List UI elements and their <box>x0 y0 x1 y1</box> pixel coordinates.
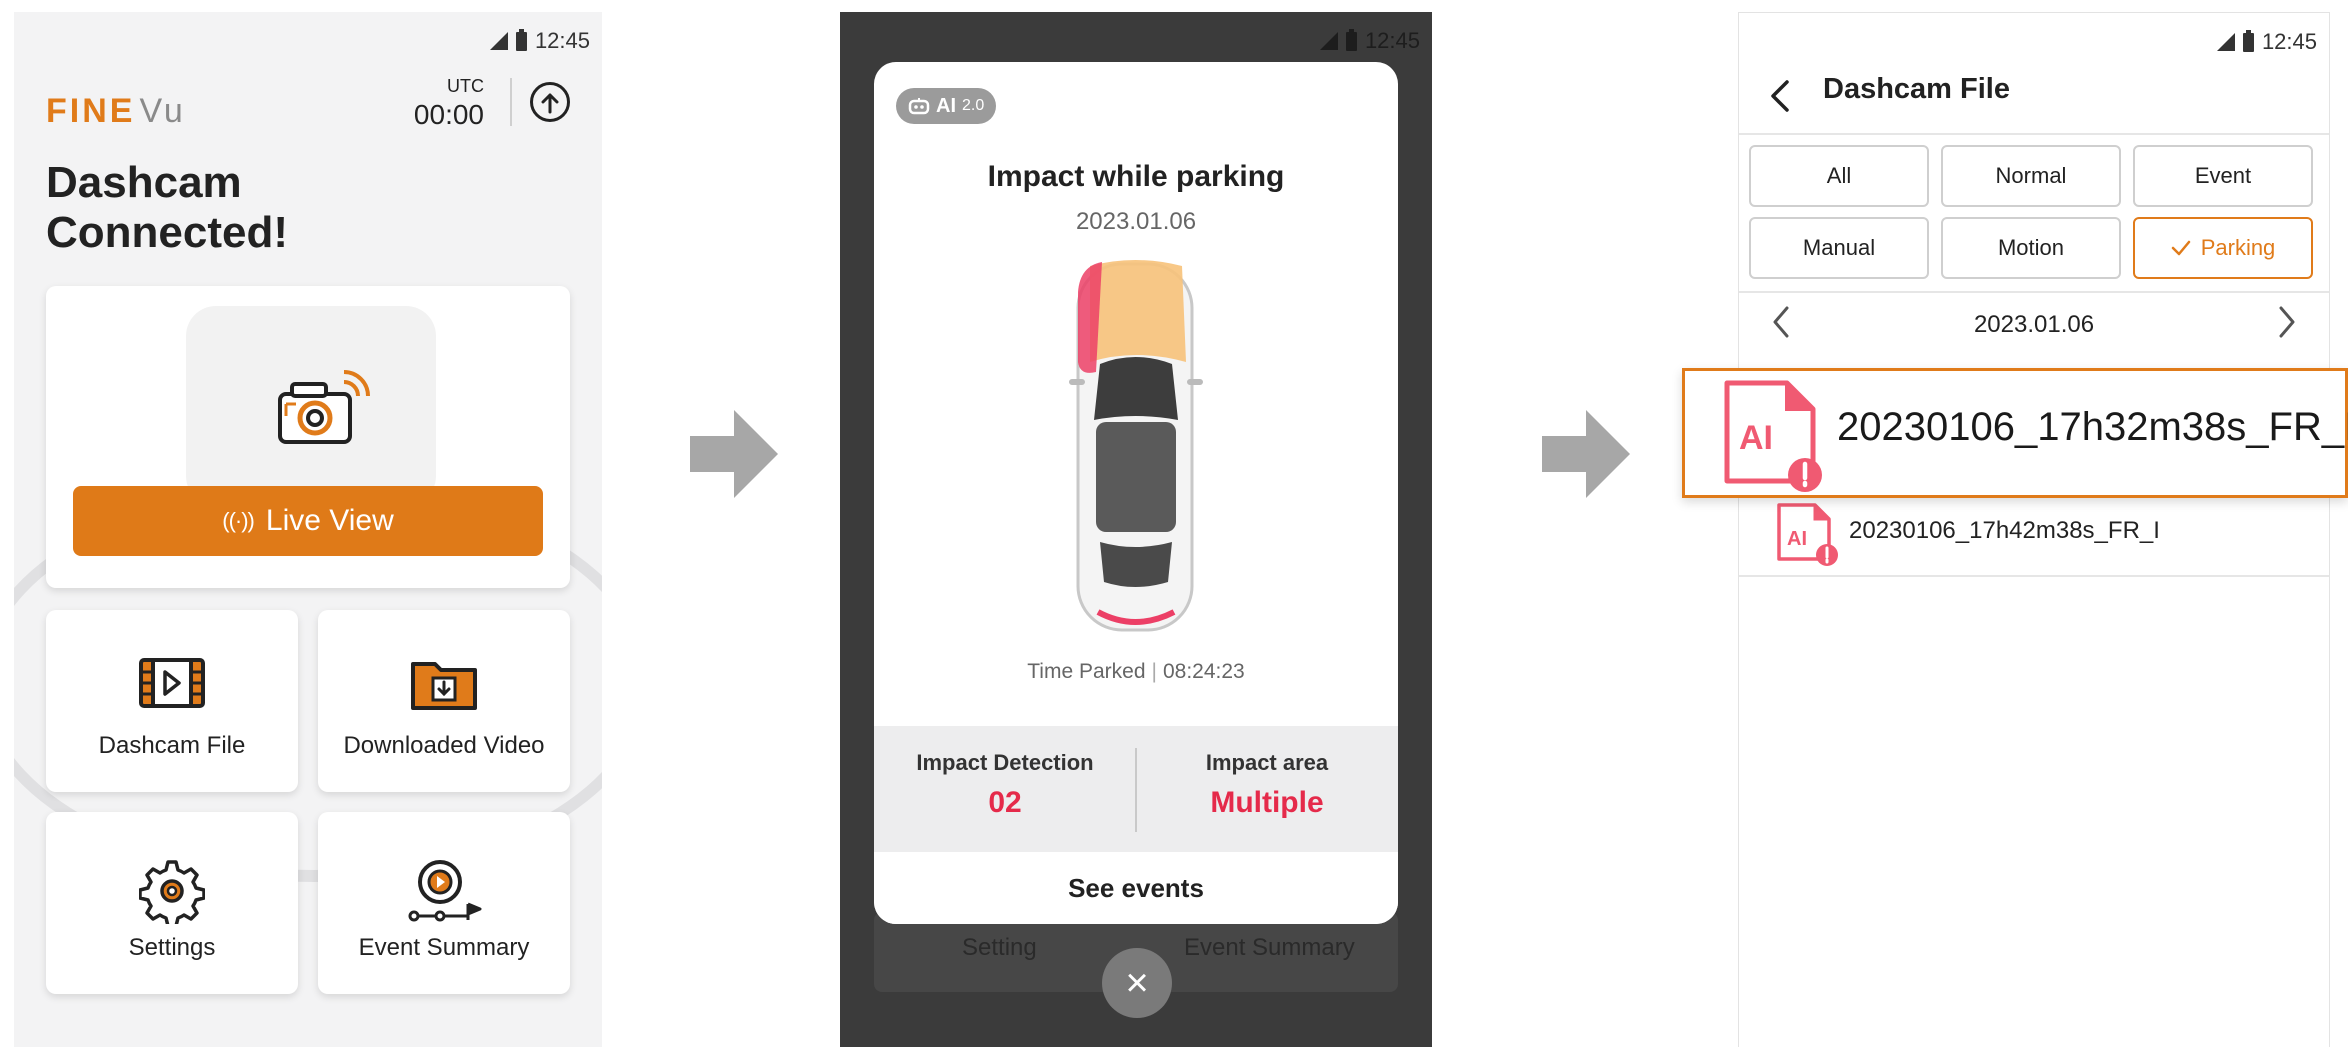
status-time: 12:45 <box>2261 29 2317 54</box>
settings-tile[interactable]: Settings <box>46 812 298 994</box>
see-events-button[interactable]: See events <box>874 852 1398 924</box>
file-name: 20230106_17h42m38s_FR_I <box>1849 517 2160 544</box>
time-parked-label: Time Parked <box>1027 660 1146 683</box>
check-icon <box>2171 240 2190 256</box>
close-button[interactable]: × <box>1102 948 1172 1018</box>
broadcast-icon: ((·)) <box>222 508 255 533</box>
connection-headline: Dashcam Connected! <box>46 158 288 258</box>
filter-parking-label: Parking <box>2200 235 2276 260</box>
filter-normal[interactable]: Normal <box>1941 145 2121 207</box>
headline-line1: Dashcam <box>46 158 242 207</box>
status-time: 12:45 <box>534 28 590 53</box>
status-bar: 12:45 <box>489 28 590 54</box>
signal-icon <box>489 32 508 50</box>
filter-motion[interactable]: Motion <box>1941 217 2121 279</box>
divider <box>1739 133 2329 135</box>
impact-stats: Impact Detection 02 Impact area Multiple <box>874 726 1398 852</box>
signal-icon <box>1319 32 1338 50</box>
utc-label: UTC <box>447 76 484 96</box>
utc-time: 00:00 <box>413 99 484 130</box>
file-name: 20230106_17h32m38s_FR_I <box>1837 405 2348 449</box>
camera-wifi-icon <box>278 370 370 444</box>
logo-suffix: Vu <box>139 92 186 130</box>
impact-detection-label: Impact Detection <box>916 750 1094 775</box>
underlay-setting-label: Setting <box>962 934 1037 961</box>
underlay-event-summary-label: Event Summary <box>1184 934 1355 961</box>
dashcam-file-screen: 12:45 Dashcam File All Normal Event Manu… <box>1738 12 2330 1047</box>
live-view-label: Live View <box>265 504 394 537</box>
signal-icon <box>2216 33 2235 51</box>
event-summary-tile[interactable]: Event Summary <box>318 812 570 994</box>
impact-date: 2023.01.06 <box>1075 208 1197 235</box>
utc-clock: UTC 00:00 <box>414 76 484 131</box>
date-navigator: 2023.01.06 <box>1739 295 2329 355</box>
flow-arrow-icon <box>690 410 778 498</box>
downloaded-video-label: Downloaded Video <box>343 732 545 759</box>
impact-area-value: Multiple <box>1210 786 1324 819</box>
car-top-view-icon <box>1069 260 1203 632</box>
finevu-logo: FINE Vu <box>46 92 186 131</box>
close-icon: × <box>1125 961 1149 1005</box>
time-parked: Time Parked | 08:24:23 <box>874 660 1398 684</box>
battery-icon <box>2242 29 2254 52</box>
file-list-item[interactable]: AI 20230106_17h42m38s_FR_I <box>1739 491 2329 569</box>
event-summary-icon <box>408 860 482 922</box>
dashcam-file-tile[interactable]: Dashcam File <box>46 610 298 792</box>
logo-brand: FINE <box>46 92 136 130</box>
headline-line2: Connected! <box>46 208 288 257</box>
back-button[interactable] <box>1769 79 1791 113</box>
battery-icon <box>1345 28 1357 51</box>
gear-icon <box>139 860 205 924</box>
status-bar: 12:45 <box>1319 28 1420 54</box>
chevron-left-icon <box>1771 80 1789 112</box>
ai-file-icon-text: AI <box>1787 528 1807 550</box>
impact-detection-value: 02 <box>988 786 1022 819</box>
ai-badge-version: 2.0 <box>962 97 985 114</box>
current-date: 2023.01.06 <box>1973 311 2095 338</box>
ai-badge-text: AI <box>936 94 956 117</box>
event-summary-label: Event Summary <box>358 934 530 961</box>
filter-event[interactable]: Event <box>2133 145 2313 207</box>
status-time: 12:45 <box>1364 28 1420 53</box>
impact-title: Impact while parking <box>987 160 1285 193</box>
impact-detection-stat: Impact Detection 02 <box>874 726 1136 852</box>
status-bar: 12:45 <box>2216 29 2317 55</box>
time-parked-value: 08:24:23 <box>1162 660 1245 683</box>
downloaded-video-tile[interactable]: Downloaded Video <box>318 610 570 792</box>
settings-label: Settings <box>128 934 216 961</box>
ai-file-alert-icon: AI <box>1724 380 1822 492</box>
battery-icon <box>515 28 527 51</box>
ai-badge: AI 2.0 <box>896 88 997 124</box>
download-folder-icon <box>411 662 477 710</box>
header-divider <box>510 78 512 126</box>
dashcam-file-label: Dashcam File <box>98 732 246 759</box>
arrow-up-icon <box>541 93 559 114</box>
ai-file-icon-text: AI <box>1739 419 1773 457</box>
impact-popup-screen: 12:45 Setting Event Summary AI 2.0 Impac… <box>840 12 1432 1047</box>
filter-manual[interactable]: Manual <box>1749 217 1929 279</box>
live-view-card: ((·)) Live View <box>46 286 570 588</box>
impact-area-stat: Impact area Multiple <box>1136 726 1398 852</box>
flow-arrow-icon <box>1542 410 1630 498</box>
filter-all[interactable]: All <box>1749 145 1929 207</box>
page-title: Dashcam File <box>1823 73 2010 105</box>
divider <box>1739 575 2329 577</box>
film-icon <box>139 658 205 708</box>
filter-parking[interactable]: Parking <box>2133 217 2313 279</box>
impact-area-label: Impact area <box>1205 750 1329 775</box>
divider <box>1739 291 2329 293</box>
separator: | <box>1151 660 1157 683</box>
upload-button[interactable] <box>530 82 570 122</box>
impact-modal: AI 2.0 Impact while parking 2023.01.06 T… <box>874 62 1398 924</box>
live-view-button[interactable]: ((·)) Live View <box>73 486 543 556</box>
chevron-right-icon[interactable] <box>2277 305 2297 339</box>
robot-icon <box>908 98 930 115</box>
home-screen: 12:45 FINE Vu UTC 00:00 Dashcam Connected… <box>14 12 602 1047</box>
highlighted-file-item[interactable]: AI 20230106_17h32m38s_FR_I <box>1682 368 2348 498</box>
ai-file-alert-icon: AI <box>1777 503 1838 566</box>
